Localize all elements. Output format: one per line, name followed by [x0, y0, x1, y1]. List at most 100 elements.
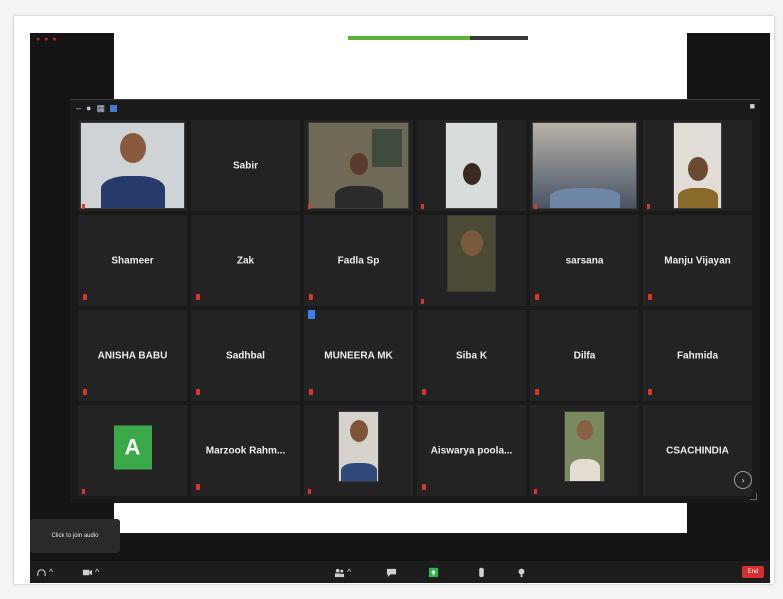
muted-mic-icon: [196, 294, 200, 300]
participant-tile[interactable]: Dilfa: [530, 310, 639, 401]
window-controls: – ● ▦: [76, 102, 117, 114]
share-screen-icon: [428, 567, 439, 577]
chevron-up-icon: ^: [347, 567, 352, 577]
video-feed: [338, 411, 379, 482]
person-image: [349, 420, 368, 442]
resize-handle[interactable]: [750, 493, 757, 500]
participant-tile[interactable]: [530, 120, 639, 211]
next-page-button[interactable]: ›: [734, 471, 752, 489]
participant-tile[interactable]: sarsana: [530, 215, 639, 306]
audio-toast[interactable]: Click to join audio: [30, 519, 120, 553]
participant-tile[interactable]: [304, 405, 413, 496]
participant-caption: [82, 489, 85, 494]
close-window-icon[interactable]: ■: [750, 101, 755, 111]
participant-tile[interactable]: MUNEERA MK: [304, 310, 413, 401]
meeting-toolbar: ^ ^ ^ End: [30, 561, 770, 583]
video-feed: [564, 411, 605, 482]
participant-name: Marzook Rahm...: [205, 445, 286, 456]
participant-tile[interactable]: [530, 405, 639, 496]
muted-mic-icon: [196, 484, 200, 490]
participant-name: Siba K: [455, 350, 488, 361]
chevron-up-icon: ^: [95, 567, 100, 577]
participant-name: Fahmida: [676, 350, 719, 361]
person-body: [569, 459, 600, 481]
muted-mic-icon: [83, 294, 87, 300]
participant-name: sarsana: [565, 255, 604, 266]
muted-mic-icon: [535, 389, 539, 395]
participant-tile[interactable]: [417, 120, 526, 211]
participant-name: Dilfa: [573, 350, 596, 361]
participant-name: Fadla Sp: [337, 255, 380, 266]
muted-mic-icon: [422, 389, 426, 395]
participant-tile[interactable]: Fadla Sp: [304, 215, 413, 306]
participant-name: Zak: [236, 255, 255, 266]
participant-tile[interactable]: ANISHA BABU: [78, 310, 187, 401]
participant-caption: [647, 204, 650, 209]
toast-text: Click to join audio: [51, 533, 99, 539]
participant-tile[interactable]: Zak: [191, 215, 300, 306]
participant-caption: [421, 204, 424, 209]
participant-tile[interactable]: Marzook Rahm...: [191, 405, 300, 496]
participant-tile[interactable]: Sabir: [191, 120, 300, 211]
dot-icon: ●: [86, 103, 92, 113]
person-image: [460, 230, 483, 256]
participant-tile[interactable]: Aiswarya poola...: [417, 405, 526, 496]
person-body: [334, 186, 383, 208]
muted-mic-icon: [309, 294, 313, 300]
camera-icon: [82, 569, 93, 575]
reaction-icon: [518, 568, 525, 577]
video-button[interactable]: ^: [82, 565, 99, 579]
participant-tile[interactable]: Sadhbal: [191, 310, 300, 401]
share-progress-bar: [348, 36, 528, 40]
person-image: [462, 163, 481, 185]
chevron-up-icon: ^: [49, 567, 54, 577]
participant-caption: [421, 299, 424, 304]
reactions-button[interactable]: [516, 565, 527, 579]
muted-mic-icon: [196, 389, 200, 395]
gallery-icon[interactable]: ▦: [96, 102, 105, 114]
view-icon[interactable]: [109, 104, 117, 112]
participant-name: Sabir: [232, 160, 258, 171]
participant-name: MUNEERA MK: [324, 350, 393, 361]
join-audio-button[interactable]: ^: [36, 565, 53, 579]
chat-icon: [386, 568, 397, 577]
video-feed: [532, 122, 637, 209]
participant-tile[interactable]: Manju Vijayan: [643, 215, 752, 306]
participant-name: Shameer: [111, 255, 154, 266]
person-body: [549, 188, 620, 208]
muted-mic-icon: [422, 484, 426, 490]
video-feed: [80, 122, 185, 209]
record-icon: [479, 567, 484, 577]
participant-tile[interactable]: Siba K: [417, 310, 526, 401]
record-button[interactable]: [476, 565, 487, 579]
participant-name: ANISHA BABU: [97, 350, 168, 361]
chat-button[interactable]: [386, 565, 397, 579]
person-body: [340, 463, 377, 481]
person-body: [100, 176, 165, 208]
participant-tile[interactable]: [643, 120, 752, 211]
muted-mic-icon: [535, 294, 539, 300]
participant-tile[interactable]: [417, 215, 526, 306]
participant-caption: [534, 489, 537, 494]
participant-tile[interactable]: [78, 120, 187, 211]
video-feed: [445, 122, 498, 209]
end-meeting-button[interactable]: End: [742, 566, 764, 578]
participant-caption: [82, 204, 85, 209]
participant-tile[interactable]: Fahmida: [643, 310, 752, 401]
muted-mic-icon: [648, 294, 652, 300]
participant-name: Sadhbal: [226, 350, 265, 361]
muted-mic-icon: [648, 389, 652, 395]
video-feed: [447, 215, 496, 292]
minimize-icon[interactable]: –: [76, 102, 81, 114]
participant-tile[interactable]: [304, 120, 413, 211]
participant-tile[interactable]: A: [78, 405, 187, 496]
person-body: [677, 188, 718, 208]
participant-name: Manju Vijayan: [664, 255, 731, 266]
muted-mic-icon: [309, 389, 313, 395]
share-screen-button[interactable]: [428, 565, 439, 579]
gallery-window: – ● ▦ ■ Sabir Shameer Zak Fadla Sp sarsa…: [70, 99, 760, 503]
person-image: [687, 157, 708, 181]
participant-tile[interactable]: Shameer: [78, 215, 187, 306]
background-shelf: [372, 129, 402, 167]
participants-button[interactable]: ^: [334, 565, 351, 579]
